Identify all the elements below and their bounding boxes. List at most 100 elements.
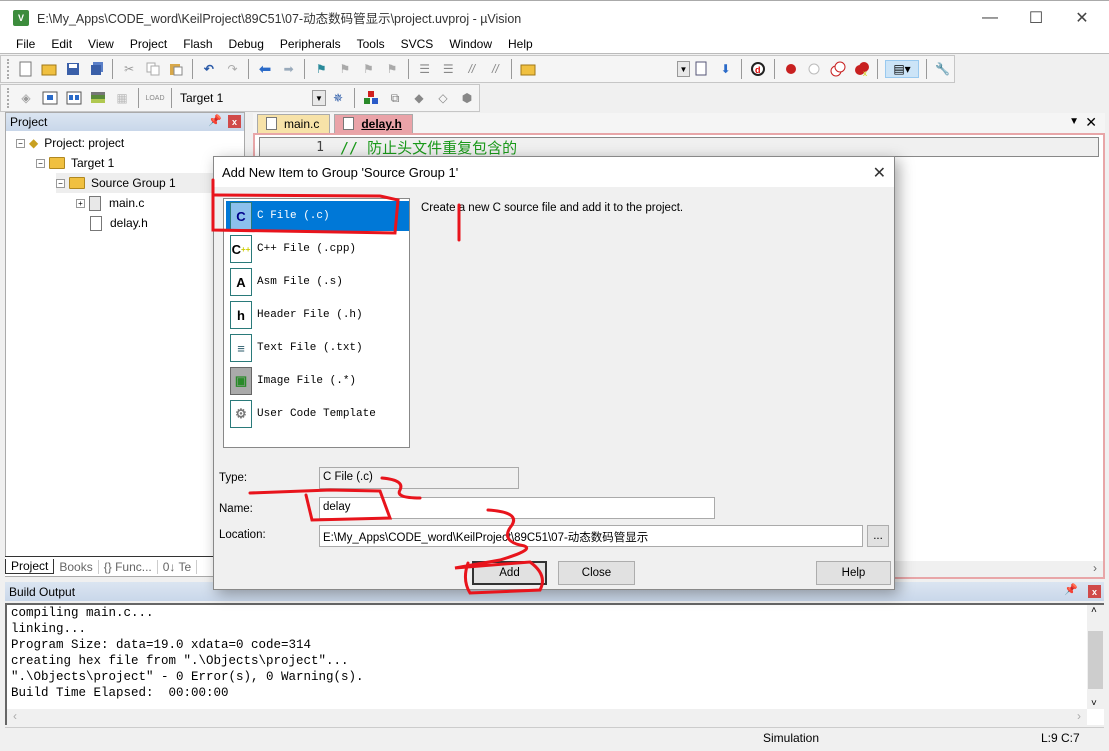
browse-button[interactable]: ... <box>867 525 889 547</box>
pack-installer-icon[interactable]: ◇ <box>434 89 452 107</box>
manage-components-icon[interactable] <box>362 89 380 107</box>
build-output-vertical-scrollbar[interactable]: ˄ ˅ <box>1087 605 1104 709</box>
close-icon[interactable]: x <box>1088 585 1101 598</box>
scroll-down-icon[interactable]: ˅ <box>1091 698 1097 709</box>
window-layout-icon[interactable]: ▤▾ <box>885 60 919 78</box>
target-options-icon[interactable]: ✵ <box>329 89 347 107</box>
add-button[interactable]: Add <box>472 561 547 585</box>
file-type-user-template[interactable]: ⚙ User Code Template <box>226 399 409 429</box>
redo-icon[interactable]: ↷ <box>224 60 242 78</box>
tree-item-target[interactable]: − Target 1 <box>36 153 114 173</box>
tree-item-project[interactable]: − ◆ Project: project <box>16 133 124 153</box>
bookmark-toggle-icon[interactable]: ⚑ <box>312 60 330 78</box>
batch-build-icon[interactable] <box>89 89 107 107</box>
paste-icon[interactable] <box>168 60 186 78</box>
file-type-c[interactable]: C C File (.c) <box>226 201 409 231</box>
menu-svcs[interactable]: SVCS <box>393 37 442 51</box>
menu-tools[interactable]: Tools <box>349 37 393 51</box>
build-output-horizontal-scrollbar[interactable]: ‹ › <box>7 709 1087 725</box>
close-tab-icon[interactable]: ✕ <box>1085 114 1097 131</box>
close-button[interactable]: ✕ <box>1059 1 1105 35</box>
select-pack-icon[interactable]: ◆ <box>410 89 428 107</box>
enable-breakpoint-icon[interactable] <box>806 60 824 78</box>
toolbar-grip[interactable] <box>7 59 10 79</box>
tab-books[interactable]: Books <box>54 559 99 574</box>
tree-item-main-c[interactable]: + main.c <box>76 193 144 213</box>
tab-templates[interactable]: 0↓ Te <box>158 559 198 574</box>
menu-view[interactable]: View <box>80 37 122 51</box>
tab-functions[interactable]: {} Func... <box>99 559 158 574</box>
bookmark-prev-icon[interactable]: ⚑ <box>336 60 354 78</box>
file-type-text[interactable]: ≡ Text File (.txt) <box>226 333 409 363</box>
scroll-left-icon[interactable]: ‹ <box>13 709 17 723</box>
scroll-right-icon[interactable]: › <box>1093 561 1097 575</box>
menu-flash[interactable]: Flash <box>175 37 220 51</box>
editor-tab-delay-h[interactable]: delay.h <box>334 114 413 133</box>
stop-build-icon[interactable]: ▦ <box>113 89 131 107</box>
collapse-icon[interactable]: − <box>16 138 25 148</box>
location-input[interactable]: E:\My_Apps\CODE_word\KeilProject\89C51\0… <box>319 525 863 547</box>
file-extensions-icon[interactable]: ⧉ <box>386 89 404 107</box>
insert-breakpoint-icon[interactable] <box>782 60 800 78</box>
chevron-down-icon[interactable]: ▼ <box>312 90 326 106</box>
name-input[interactable]: delay <box>319 497 715 519</box>
file-type-header[interactable]: h Header File (.h) <box>226 300 409 330</box>
run-time-env-icon[interactable]: ⬢ <box>458 89 476 107</box>
maximize-button[interactable]: ☐ <box>1013 1 1059 35</box>
find-in-files-icon[interactable] <box>519 60 537 78</box>
pin-icon[interactable]: 📌 <box>208 114 222 127</box>
minimize-button[interactable]: — <box>967 1 1013 35</box>
bookmark-clear-icon[interactable]: ⚑ <box>383 60 401 78</box>
file-type-image[interactable]: ▣ Image File (.*) <box>226 366 409 396</box>
scroll-up-icon[interactable]: ˄ <box>1091 605 1097 616</box>
menu-peripherals[interactable]: Peripherals <box>272 37 349 51</box>
menu-file[interactable]: File <box>8 37 43 51</box>
cut-icon[interactable]: ✂ <box>120 60 138 78</box>
bookmark-next-icon[interactable]: ⚑ <box>360 60 378 78</box>
undo-icon[interactable]: ↶ <box>200 60 218 78</box>
tab-project[interactable]: Project <box>5 559 55 574</box>
menu-edit[interactable]: Edit <box>43 37 80 51</box>
editor-tab-main-c[interactable]: main.c <box>257 114 331 133</box>
debug-session-icon[interactable]: d <box>749 60 767 78</box>
collapse-icon[interactable]: − <box>36 158 45 168</box>
build-icon[interactable] <box>41 89 59 107</box>
incremental-find-icon[interactable]: ⬇ <box>717 60 735 78</box>
menu-debug[interactable]: Debug <box>221 37 272 51</box>
nav-back-icon[interactable]: ⬅ <box>256 60 274 78</box>
new-file-icon[interactable] <box>17 60 35 78</box>
save-all-icon[interactable] <box>88 60 106 78</box>
unindent-icon[interactable]: ☰ <box>439 60 457 78</box>
tree-item-delay-h[interactable]: delay.h <box>90 213 148 233</box>
collapse-icon[interactable]: − <box>56 178 65 188</box>
find-combo-dropdown[interactable]: ▼ <box>676 61 691 77</box>
configure-tools-icon[interactable]: 🔧 <box>934 60 952 78</box>
toolbar-grip[interactable] <box>7 88 10 108</box>
close-icon[interactable]: x <box>228 115 241 128</box>
find-icon[interactable] <box>693 60 711 78</box>
save-icon[interactable] <box>64 60 82 78</box>
close-button[interactable]: Close <box>558 561 635 585</box>
kill-breakpoints-icon[interactable]: x <box>853 60 871 78</box>
menu-window[interactable]: Window <box>441 37 500 51</box>
expand-icon[interactable]: + <box>76 198 85 208</box>
scroll-right-icon[interactable]: › <box>1077 709 1081 723</box>
help-button[interactable]: Help <box>816 561 891 585</box>
menu-project[interactable]: Project <box>122 37 175 51</box>
tree-item-source-group[interactable]: − Source Group 1 <box>56 173 216 193</box>
translate-icon[interactable]: ◈ <box>17 89 35 107</box>
indent-icon[interactable]: ☰ <box>416 60 434 78</box>
build-output-pane[interactable]: compiling main.c... linking... Program S… <box>5 603 1104 725</box>
tab-list-dropdown-icon[interactable]: ▼ <box>1069 116 1079 127</box>
menu-help[interactable]: Help <box>500 37 541 51</box>
nav-forward-icon[interactable]: ➡ <box>280 60 298 78</box>
target-select[interactable]: Target 1 ▼ <box>176 88 326 108</box>
comment-icon[interactable]: // <box>463 60 481 78</box>
scrollbar-thumb[interactable] <box>1088 631 1103 689</box>
download-icon[interactable]: LOAD <box>145 89 164 107</box>
pin-icon[interactable]: 📌 <box>1064 583 1078 596</box>
open-file-icon[interactable] <box>41 60 59 78</box>
disable-breakpoints-icon[interactable] <box>829 60 847 78</box>
rebuild-icon[interactable] <box>65 89 83 107</box>
dialog-close-icon[interactable]: ✕ <box>873 163 886 183</box>
